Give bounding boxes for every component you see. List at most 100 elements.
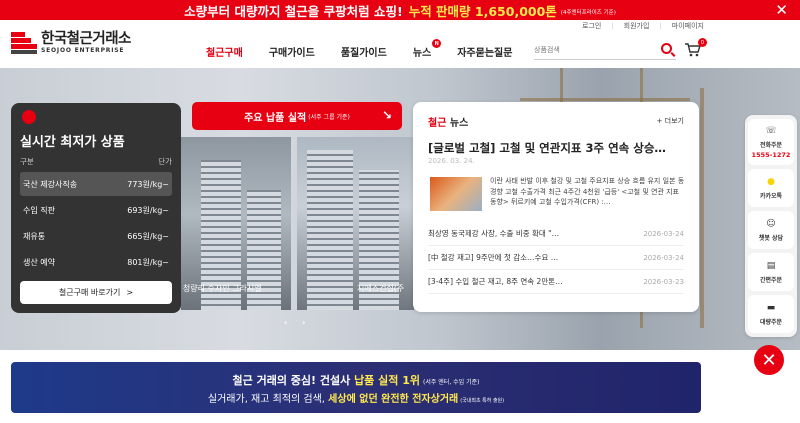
- price-row-type: 생산 예약: [23, 257, 55, 267]
- delivery-photo[interactable]: 랑 청량리 수자인 그라시엘: [181, 137, 291, 310]
- realtime-title: 실시간 최저가 상품: [20, 135, 125, 150]
- chatbot-label: 챗봇 상담: [758, 234, 784, 242]
- delivery-records-button[interactable]: 주요 납품 실적 (서주 그룹 기준) ↘: [192, 102, 402, 130]
- news-title-red: 철근: [428, 118, 447, 129]
- news-item-date: 2026-03-24: [643, 253, 684, 262]
- price-row-type: 재유통: [23, 231, 46, 241]
- quick-menu: ☏ 전화주문 1555-1272 ● 카카오톡 ☺ 챗봇 상담 ▤ 간편주문 ▬…: [745, 115, 797, 337]
- news-item-date: 2026-03-24: [643, 229, 684, 238]
- news-new-badge: N: [432, 39, 442, 48]
- news-thumbnail[interactable]: [430, 177, 482, 211]
- delivery-caption: 랑 청량리 수자인 그라시엘: [181, 284, 262, 293]
- list-item[interactable]: [中 철강 재고] 9주만에 첫 감소…수요 … 2026-03-24: [428, 246, 684, 270]
- phone-order-button[interactable]: ☏ 전화주문 1555-1272: [748, 119, 794, 165]
- news-summary[interactable]: 이란 사태 반발 이후 철강 및 고철 주요지표 상승 흐름 유지 일본 동경향…: [490, 176, 686, 208]
- chatbot-button[interactable]: ☺ 챗봇 상담: [748, 211, 794, 249]
- buy-rebar-label: 철근구매 바로가기: [58, 288, 121, 297]
- phone-number: 1555-1272: [751, 150, 791, 159]
- chevron-right-icon: >: [126, 288, 134, 297]
- news-list: 최상영 동국제강 사장, 수출 비중 확대 "… 2026-03-24 [中 철…: [428, 222, 684, 294]
- search-box: [534, 40, 676, 60]
- nav-item-guide[interactable]: 구매가이드: [269, 44, 315, 59]
- promo-close-icon[interactable]: ✕: [775, 1, 788, 19]
- bulk-order-button[interactable]: ▬ 대량주문: [748, 295, 794, 333]
- banner-note: (서주 엔터, 수입 기준): [422, 379, 480, 386]
- mypage-link[interactable]: 마이페이지: [659, 21, 704, 31]
- main-nav: 철근구매 구매가이드 품질가이드 뉴스 N 자주묻는질문: [206, 39, 538, 59]
- search-icon[interactable]: [661, 43, 672, 54]
- cart-icon[interactable]: 0: [685, 38, 707, 57]
- nav-item-buy[interactable]: 철근구매: [206, 44, 243, 59]
- list-item[interactable]: 최상영 동국제강 사장, 수출 비중 확대 "… 2026-03-24: [428, 222, 684, 246]
- realtime-price-panel: 실시간 최저가 상품 구분 단가 국산 제강사직송 773원/kg~ 수입 직판…: [11, 103, 181, 313]
- site-logo[interactable]: 한국철근거래소 SEOJOO ENTERPRISE: [11, 31, 131, 54]
- signup-link[interactable]: 회원가입: [611, 21, 650, 31]
- nav-item-news-label: 뉴스: [412, 48, 432, 59]
- buy-rebar-button[interactable]: 철근구매 바로가기 >: [20, 281, 172, 304]
- price-row-type: 국산 제강사직송: [23, 179, 78, 189]
- news-headline[interactable]: [글로벌 고철] 고철 및 연관지표 3주 연속 상승…: [428, 140, 684, 156]
- banner-note: (국내최초 특허 출원): [460, 398, 505, 404]
- news-item-date: 2026-03-23: [643, 277, 684, 286]
- price-row-value: 693원/kg~: [127, 205, 169, 215]
- nav-item-quality[interactable]: 품질가이드: [341, 44, 387, 59]
- news-item-title: [中 철강 재고] 9주만에 첫 감소…수요 …: [428, 253, 559, 262]
- banner-line-1: 철근 거래의 중심! 건설사 납품 실적 1위 (서주 엔터, 수입 기준): [11, 372, 701, 388]
- delivery-caption: 지에스건설(주: [357, 284, 405, 293]
- promo-note: (4주엔터프라이즈 기준): [560, 9, 616, 16]
- kakao-button[interactable]: ● 카카오톡: [748, 169, 794, 207]
- price-row-value: 773원/kg~: [127, 179, 169, 189]
- banner-highlight: 납품 실적 1위: [354, 374, 420, 387]
- login-link[interactable]: 로그인: [582, 21, 601, 31]
- close-icon[interactable]: ✕: [754, 345, 784, 375]
- quick-order-button[interactable]: ▤ 간편주문: [748, 253, 794, 291]
- order-icon: ▤: [766, 260, 776, 271]
- news-title-text: 뉴스: [449, 118, 469, 129]
- delivery-photo[interactable]: 지에스건설(주: [297, 137, 414, 310]
- price-tag-icon: [22, 110, 36, 124]
- logo-korean: 한국철근거래소: [41, 31, 131, 47]
- col-type: 구분: [20, 157, 34, 166]
- truck-icon: ▬: [766, 302, 776, 313]
- col-price: 단가: [158, 157, 172, 166]
- banner-highlight: 세상에 없던 완전한 전자상거래: [328, 394, 459, 405]
- nav-item-faq[interactable]: 자주묻는질문: [457, 44, 512, 59]
- logo-english: SEOJOO ENTERPRISE: [41, 47, 125, 54]
- news-title: 철근 뉴스: [428, 114, 468, 129]
- nav-item-news[interactable]: 뉴스 N: [412, 39, 442, 59]
- promo-highlight: 누적 판매량 1,650,000톤: [408, 3, 557, 19]
- news-more-link[interactable]: + 더보기: [657, 116, 684, 126]
- price-row[interactable]: 재유통 665원/kg~: [20, 224, 172, 248]
- search-input[interactable]: [534, 45, 654, 54]
- cart-count-badge: 0: [698, 38, 707, 47]
- bulk-order-label: 대량주문: [759, 318, 783, 326]
- delivery-note: (서주 그룹 기준): [308, 113, 350, 121]
- price-row[interactable]: 국산 제강사직송 773원/kg~: [20, 172, 172, 196]
- news-panel: 철근 뉴스 + 더보기 [글로벌 고철] 고철 및 연관지표 3주 연속 상승……: [413, 102, 699, 312]
- kakao-icon: ●: [767, 176, 775, 187]
- banner-text: 철근 거래의 중심! 건설사: [232, 374, 355, 387]
- promo-bar: 소량부터 대량까지 철근을 쿠팡처럼 쇼핑! 누적 판매량 1,650,000톤…: [0, 0, 800, 20]
- phone-order-label: 전화주문: [759, 141, 783, 149]
- list-item[interactable]: [3-4주] 수입 철근 재고, 8주 연속 2만톤… 2026-03-23: [428, 270, 684, 294]
- phone-icon: ☏: [765, 125, 777, 136]
- promo-banner[interactable]: 철근 거래의 중심! 건설사 납품 실적 1위 (서주 엔터, 수입 기준) 실거…: [11, 362, 701, 413]
- banner-text: 실거래가, 재고 최적의 검색,: [207, 394, 329, 405]
- price-row-value: 801원/kg~: [127, 257, 169, 267]
- chatbot-icon: ☺: [766, 218, 776, 229]
- price-row[interactable]: 수입 직판 693원/kg~: [20, 198, 172, 222]
- news-item-title: [3-4주] 수입 철근 재고, 8주 연속 2만톤…: [428, 277, 563, 286]
- delivery-title: 주요 납품 실적: [244, 112, 307, 124]
- promo-text: 소량부터 대량까지 철근을 쿠팡처럼 쇼핑!: [184, 3, 403, 19]
- price-row[interactable]: 생산 예약 801원/kg~: [20, 250, 172, 274]
- quick-order-label: 간편주문: [759, 276, 783, 284]
- utility-links: 로그인 회원가입 마이페이지: [582, 21, 704, 31]
- news-date: 2026. 03. 24.: [428, 157, 475, 165]
- banner-line-2: 실거래가, 재고 최적의 검색, 세상에 없던 완전한 전자상거래 (국내최초 특…: [11, 390, 701, 405]
- price-row-value: 665원/kg~: [127, 231, 169, 241]
- carousel-pager[interactable]: ‹ ›: [284, 318, 311, 327]
- logo-mark-icon: [11, 31, 37, 54]
- kakao-label: 카카오톡: [759, 192, 783, 200]
- price-row-type: 수입 직판: [23, 205, 55, 215]
- news-item-title: 최상영 동국제강 사장, 수출 비중 확대 "…: [428, 229, 560, 238]
